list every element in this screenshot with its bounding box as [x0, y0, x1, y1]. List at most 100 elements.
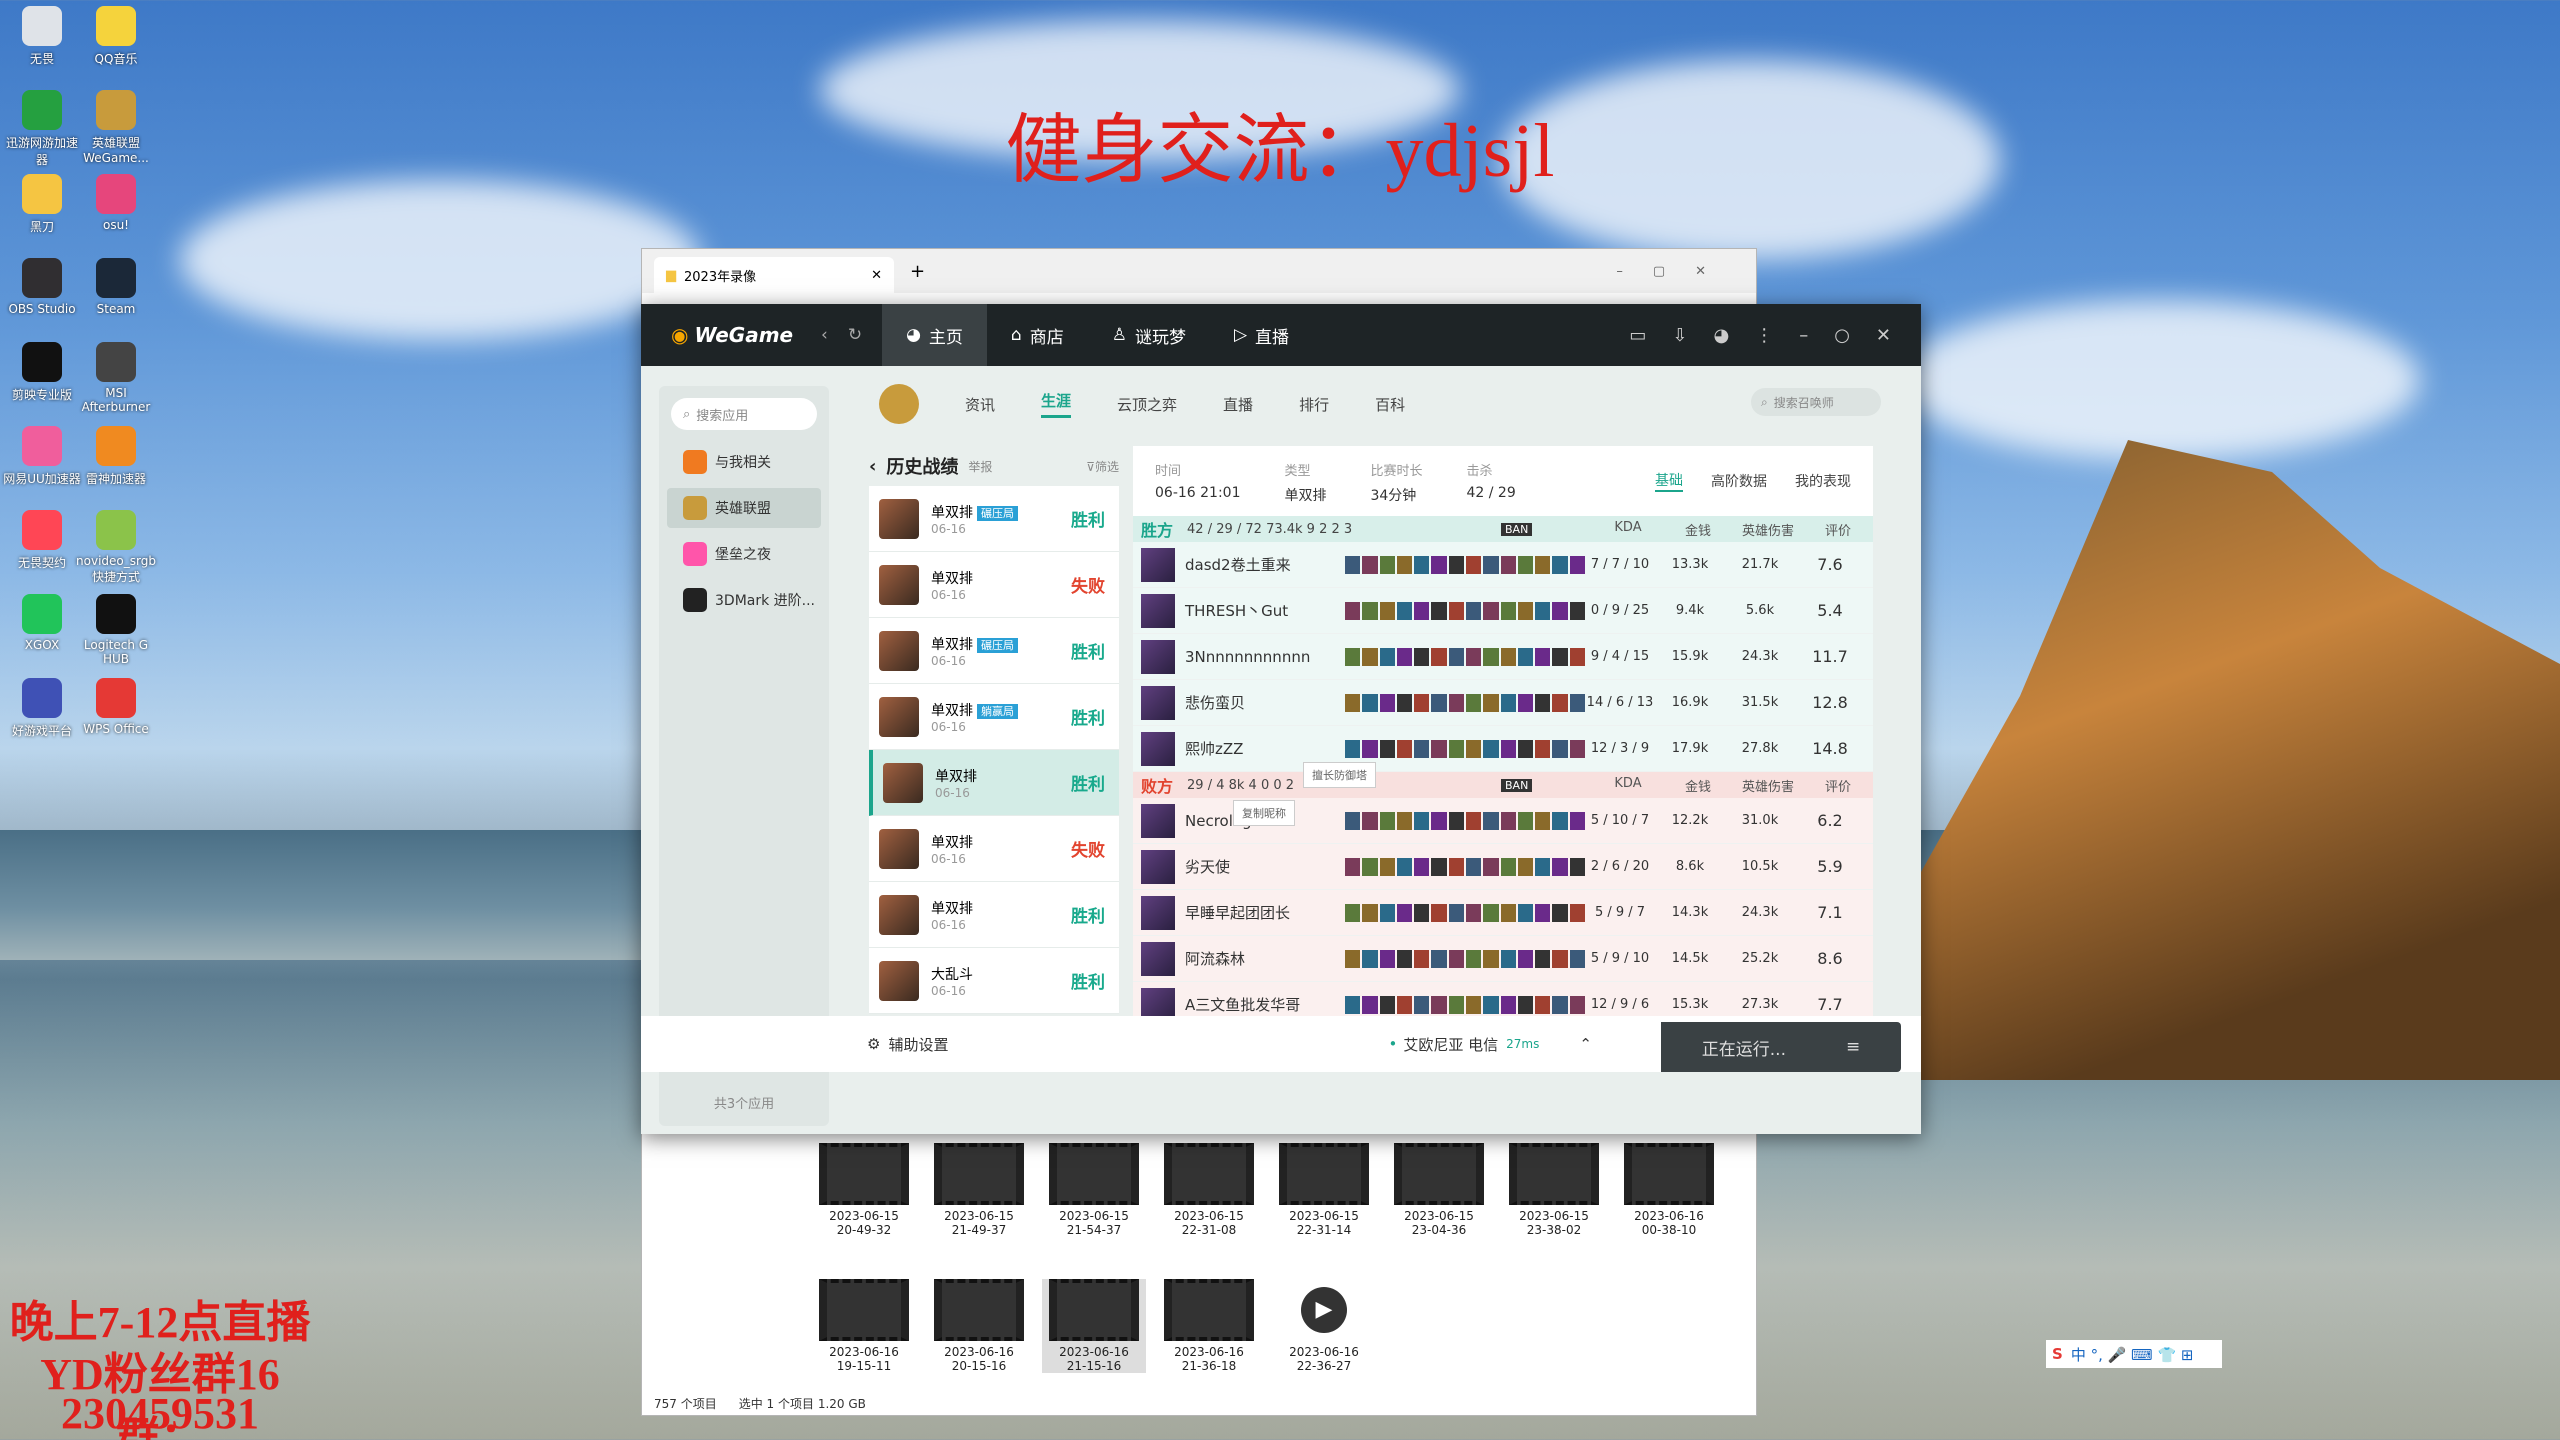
running-button[interactable]: 正在运行... ≡: [1661, 1022, 1901, 1072]
nav-0[interactable]: ◕ 主页: [882, 304, 987, 366]
restore-icon[interactable]: ○: [1834, 325, 1850, 346]
nav-3[interactable]: ▷ 直播: [1210, 304, 1313, 366]
desktop-icon[interactable]: Steam: [76, 258, 156, 316]
video-file[interactable]: 2023-06-16 00-38-10: [1617, 1143, 1721, 1237]
video-file[interactable]: 2023-06-15 21-49-37: [927, 1143, 1031, 1237]
new-tab-button[interactable]: +: [910, 261, 925, 282]
player-name[interactable]: 3Nnnnnnnnnnnn: [1185, 648, 1345, 666]
window-controls[interactable]: –▢✕: [1616, 264, 1756, 279]
subnav-tab[interactable]: 生涯: [1041, 390, 1072, 418]
summoner-search-input[interactable]: ⌕ 搜索召唤师: [1751, 388, 1881, 416]
video-file[interactable]: 2023-06-15 22-31-08: [1157, 1143, 1261, 1237]
desktop-icon[interactable]: OBS Studio: [2, 258, 82, 316]
desktop-icon[interactable]: 网易UU加速器: [2, 426, 82, 487]
minimize-icon[interactable]: –: [1799, 325, 1808, 346]
sidebar-item[interactable]: 与我相关: [667, 442, 821, 482]
back-icon[interactable]: ‹: [821, 325, 828, 345]
explorer-tab[interactable]: ▆ 2023年录像 ✕: [654, 257, 894, 293]
close-icon[interactable]: ✕: [871, 268, 882, 283]
player-row[interactable]: 3Nnnnnnnnnnnn 9 / 4 / 15 15.9k 24.3k 11.7: [1133, 634, 1873, 680]
video-file[interactable]: 2023-06-16 21-36-18: [1157, 1279, 1261, 1373]
desktop-icon[interactable]: MSI Afterburner: [76, 342, 156, 414]
player-name[interactable]: THRESH丶Gut: [1185, 600, 1345, 621]
video-file[interactable]: 2023-06-15 20-49-32: [812, 1143, 916, 1237]
chevron-left-icon[interactable]: ‹: [869, 456, 876, 477]
sidebar-item[interactable]: 英雄联盟: [667, 488, 821, 528]
filter-button[interactable]: ⊽筛选: [1086, 458, 1119, 475]
desktop-icon[interactable]: novideo_srgb 快捷方式: [76, 510, 156, 585]
subnav-tab[interactable]: 百科: [1375, 394, 1405, 415]
player-row[interactable]: THRESH丶Gut 0 / 9 / 25 9.4k 5.6k 5.4: [1133, 588, 1873, 634]
video-file[interactable]: 2023-06-15 23-38-02: [1502, 1143, 1606, 1237]
history-row[interactable]: 单双排 06-16 失败: [869, 552, 1119, 618]
subnav-tab[interactable]: 排行: [1299, 394, 1329, 415]
ime-toolbar[interactable]: S 中 °, 🎤 ⌨ 👕 ⊞: [2046, 1340, 2222, 1368]
desktop-icon[interactable]: 迅游网游加速器: [2, 90, 82, 168]
desktop-icon[interactable]: WPS Office: [76, 678, 156, 736]
desktop-icon[interactable]: 无畏: [2, 6, 82, 67]
nav-2[interactable]: ♙ 谜玩梦: [1088, 304, 1210, 366]
subnav-tab[interactable]: 云顶之弈: [1117, 394, 1177, 415]
desktop-icon[interactable]: 黑刀: [2, 174, 82, 235]
desktop-icon[interactable]: osu!: [76, 174, 156, 232]
history-row[interactable]: 单双排 碾压局 06-16 胜利: [869, 486, 1119, 552]
history-row[interactable]: 单双排 06-16 胜利: [869, 882, 1119, 948]
history-row[interactable]: 单双排 06-16 胜利: [869, 750, 1119, 816]
refresh-icon[interactable]: ↻: [848, 325, 862, 345]
history-row[interactable]: 单双排 碾压局 06-16 胜利: [869, 618, 1119, 684]
assist-settings-button[interactable]: 辅助设置: [888, 1034, 948, 1055]
video-thumbnail: [934, 1279, 1024, 1341]
desktop-icon[interactable]: QQ音乐: [76, 6, 156, 67]
folder-icon[interactable]: ▭: [1629, 325, 1646, 346]
sidebar-item[interactable]: 堡垒之夜: [667, 534, 821, 574]
report-button[interactable]: 举报: [968, 458, 992, 475]
history-row[interactable]: 单双排 06-16 失败: [869, 816, 1119, 882]
player-name[interactable]: dasd2卷土重来: [1185, 554, 1345, 575]
mode-label: 单双排: [931, 900, 973, 917]
player-name[interactable]: 悲伤蛮贝: [1185, 692, 1345, 713]
desktop-icon[interactable]: 剪映专业版: [2, 342, 82, 403]
desktop-icon[interactable]: XGOX: [2, 594, 82, 652]
video-file[interactable]: ▶ 2023-06-16 22-36-27: [1272, 1279, 1376, 1373]
jianying-icon: [22, 342, 62, 382]
detail-tab[interactable]: 基础: [1655, 470, 1683, 492]
player-name[interactable]: 阿流森林: [1185, 948, 1345, 969]
player-name[interactable]: 熙帅zZZ: [1185, 738, 1345, 759]
sidebar-item[interactable]: 3DMark 进阶...: [667, 580, 821, 620]
menu-icon[interactable]: ⋮: [1755, 325, 1773, 346]
player-row[interactable]: 悲伤蛮贝 14 / 6 / 13 16.9k 31.5k 12.8: [1133, 680, 1873, 726]
player-row[interactable]: 早睡早起团团长 5 / 9 / 7 14.3k 24.3k 7.1: [1133, 890, 1873, 936]
subnav-tab[interactable]: 直播: [1223, 394, 1253, 415]
player-name[interactable]: 早睡早起团团长: [1185, 902, 1345, 923]
detail-tab[interactable]: 我的表现: [1795, 471, 1851, 491]
close-icon[interactable]: ✕: [1876, 325, 1891, 346]
player-row[interactable]: dasd2卷土重来 7 / 7 / 10 13.3k 21.7k 7.6: [1133, 542, 1873, 588]
desktop-icon[interactable]: 英雄联盟WeGame...: [76, 90, 156, 165]
desktop-icon[interactable]: 雷神加速器: [76, 426, 156, 487]
desktop-icon[interactable]: 无畏契约: [2, 510, 82, 571]
player-row[interactable]: 熙帅zZZ 12 / 3 / 9 17.9k 27.8k 14.8: [1133, 726, 1873, 772]
player-row[interactable]: 阿流森林 5 / 9 / 10 14.5k 25.2k 8.6: [1133, 936, 1873, 982]
subnav-tab[interactable]: 资讯: [965, 394, 995, 415]
player-name[interactable]: A三文鱼批发华哥: [1185, 994, 1345, 1015]
video-file[interactable]: 2023-06-16 21-15-16: [1042, 1279, 1146, 1373]
history-row[interactable]: 单双排 躺赢局 06-16 胜利: [869, 684, 1119, 750]
copy-name-tooltip[interactable]: 复制昵称: [1233, 800, 1295, 826]
desktop-icon[interactable]: 好游戏平台: [2, 678, 82, 739]
app-search-input[interactable]: ⌕ 搜索应用: [671, 398, 817, 430]
desktop-icon[interactable]: Logitech G HUB: [76, 594, 156, 666]
download-icon[interactable]: ⇩: [1672, 325, 1687, 346]
video-file[interactable]: 2023-06-16 19-15-11: [812, 1279, 916, 1373]
video-file[interactable]: 2023-06-16 20-15-16: [927, 1279, 1031, 1373]
chevron-up-icon[interactable]: ⌃: [1579, 1035, 1592, 1053]
player-row[interactable]: 劣天使 2 / 6 / 20 8.6k 10.5k 5.9: [1133, 844, 1873, 890]
nav-1[interactable]: ⌂ 商店: [987, 304, 1088, 366]
video-file[interactable]: 2023-06-15 21-54-37: [1042, 1143, 1146, 1237]
detail-tab[interactable]: 高阶数据: [1711, 471, 1767, 491]
video-file[interactable]: 2023-06-15 23-04-36: [1387, 1143, 1491, 1237]
history-row[interactable]: 大乱斗 06-16 胜利: [869, 948, 1119, 1014]
player-name[interactable]: 劣天使: [1185, 856, 1345, 877]
avatar[interactable]: ◕: [1713, 325, 1729, 346]
video-file[interactable]: 2023-06-15 22-31-14: [1272, 1143, 1376, 1237]
menu-icon[interactable]: ≡: [1846, 1037, 1860, 1057]
